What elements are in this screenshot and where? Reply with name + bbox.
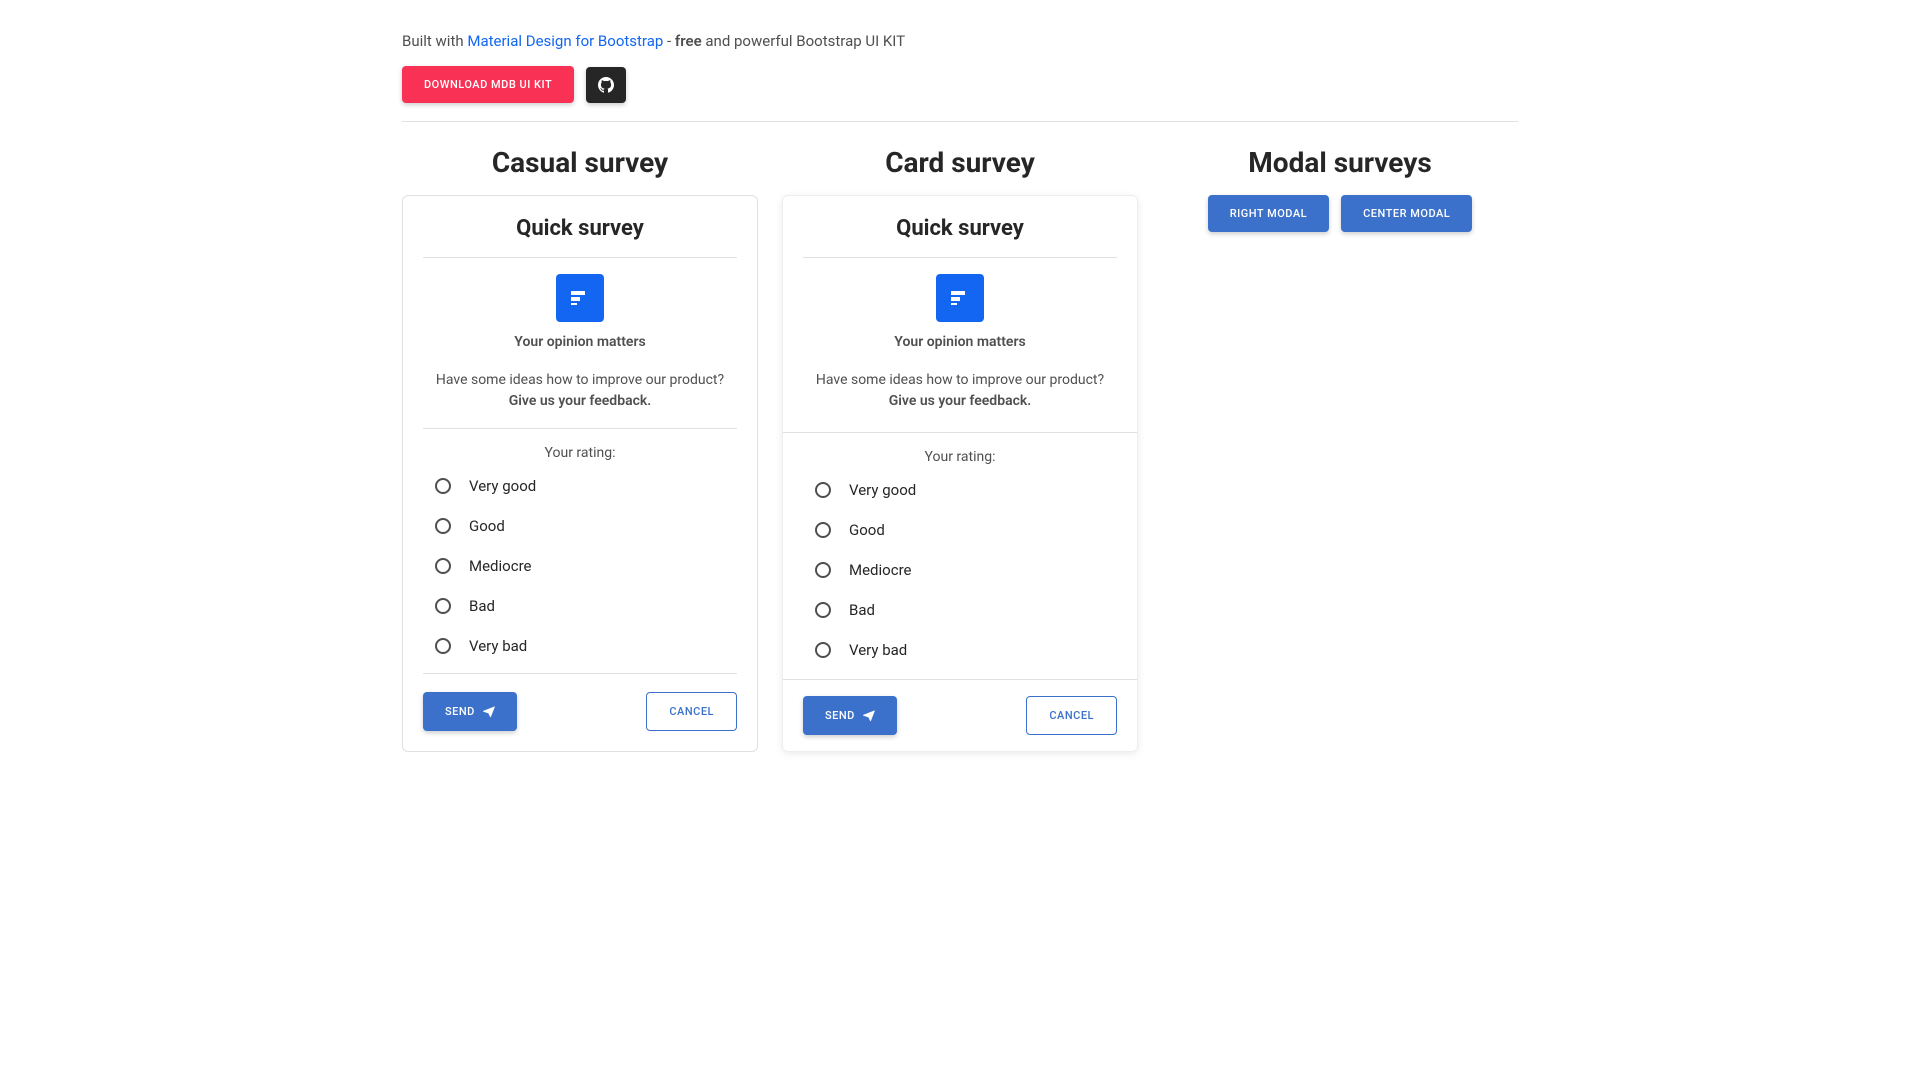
radio-icon bbox=[435, 518, 451, 534]
send-button-label: SEND bbox=[825, 709, 855, 722]
radio-icon bbox=[815, 642, 831, 658]
casual-survey-heading: Quick survey bbox=[423, 216, 737, 258]
rating-option-label: Good bbox=[849, 521, 885, 539]
card-survey-box: Quick survey Your opinion matters Have s… bbox=[782, 195, 1138, 752]
rating-option-mediocre[interactable]: Mediocre bbox=[815, 561, 1105, 579]
rating-option-very-bad[interactable]: Very bad bbox=[815, 641, 1105, 659]
header-text: Built with Material Design for Bootstrap… bbox=[402, 32, 1518, 50]
radio-icon bbox=[435, 598, 451, 614]
rating-option-very-good[interactable]: Very good bbox=[815, 481, 1105, 499]
improve-text-main: Have some ideas how to improve our produ… bbox=[436, 372, 724, 388]
rating-option-label: Very bad bbox=[849, 641, 907, 659]
send-button-label: SEND bbox=[445, 705, 475, 718]
rating-option-label: Bad bbox=[849, 601, 875, 619]
improve-text-strong: Give us your feedback. bbox=[889, 393, 1032, 409]
cancel-button[interactable]: CANCEL bbox=[646, 692, 737, 731]
header-suffix: and powerful Bootstrap UI KIT bbox=[705, 32, 905, 50]
radio-icon bbox=[815, 562, 831, 578]
poll-icon-box bbox=[556, 274, 604, 322]
rating-option-label: Very good bbox=[469, 477, 536, 495]
opinion-text: Your opinion matters bbox=[423, 334, 737, 350]
casual-survey-title: Casual survey bbox=[402, 146, 758, 179]
radio-icon bbox=[815, 522, 831, 538]
opinion-text: Your opinion matters bbox=[803, 334, 1117, 350]
radio-icon bbox=[815, 602, 831, 618]
poll-icon bbox=[948, 286, 972, 310]
header-strong: free bbox=[675, 32, 702, 50]
page-header: Built with Material Design for Bootstrap… bbox=[402, 0, 1518, 122]
center-modal-button[interactable]: CENTER MODAL bbox=[1341, 195, 1472, 232]
radio-icon bbox=[815, 482, 831, 498]
rating-option-very-bad[interactable]: Very bad bbox=[435, 637, 725, 655]
rating-option-label: Bad bbox=[469, 597, 495, 615]
rating-option-mediocre[interactable]: Mediocre bbox=[435, 557, 725, 575]
rating-options: Very good Good Mediocre Bad Very bad bbox=[803, 481, 1117, 659]
improve-text: Have some ideas how to improve our produ… bbox=[423, 370, 737, 412]
modal-surveys-title: Modal surveys bbox=[1162, 146, 1518, 179]
poll-icon bbox=[568, 286, 592, 310]
radio-icon bbox=[435, 478, 451, 494]
improve-text: Have some ideas how to improve our produ… bbox=[803, 370, 1117, 412]
github-icon bbox=[598, 77, 614, 93]
cancel-button[interactable]: CANCEL bbox=[1026, 696, 1117, 735]
header-prefix: Built with bbox=[402, 32, 467, 50]
header-mid: - bbox=[667, 32, 675, 50]
send-button[interactable]: SEND bbox=[803, 696, 897, 735]
poll-icon-box bbox=[936, 274, 984, 322]
card-survey-heading: Quick survey bbox=[803, 216, 1117, 258]
rating-option-very-good[interactable]: Very good bbox=[435, 477, 725, 495]
rating-option-bad[interactable]: Bad bbox=[435, 597, 725, 615]
card-survey-title: Card survey bbox=[782, 146, 1138, 179]
rating-option-label: Good bbox=[469, 517, 505, 535]
rating-options: Very good Good Mediocre Bad Very bad bbox=[423, 477, 737, 655]
casual-survey-box: Quick survey Your opinion matters Have s… bbox=[402, 195, 758, 752]
rating-option-label: Mediocre bbox=[469, 557, 531, 575]
rating-option-label: Mediocre bbox=[849, 561, 911, 579]
download-button[interactable]: DOWNLOAD MDB UI KIT bbox=[402, 66, 574, 103]
improve-text-strong: Give us your feedback. bbox=[509, 393, 652, 409]
mdb-link[interactable]: Material Design for Bootstrap bbox=[467, 32, 663, 50]
rating-label: Your rating: bbox=[423, 445, 737, 461]
github-button[interactable] bbox=[586, 67, 626, 103]
send-button[interactable]: SEND bbox=[423, 692, 517, 731]
paper-plane-icon bbox=[863, 710, 875, 722]
improve-text-main: Have some ideas how to improve our produ… bbox=[816, 372, 1104, 388]
radio-icon bbox=[435, 638, 451, 654]
rating-option-label: Very bad bbox=[469, 637, 527, 655]
rating-option-bad[interactable]: Bad bbox=[815, 601, 1105, 619]
paper-plane-icon bbox=[483, 706, 495, 718]
rating-label: Your rating: bbox=[803, 449, 1117, 465]
rating-option-good[interactable]: Good bbox=[815, 521, 1105, 539]
rating-option-good[interactable]: Good bbox=[435, 517, 725, 535]
rating-option-label: Very good bbox=[849, 481, 916, 499]
radio-icon bbox=[435, 558, 451, 574]
right-modal-button[interactable]: RIGHT MODAL bbox=[1208, 195, 1329, 232]
